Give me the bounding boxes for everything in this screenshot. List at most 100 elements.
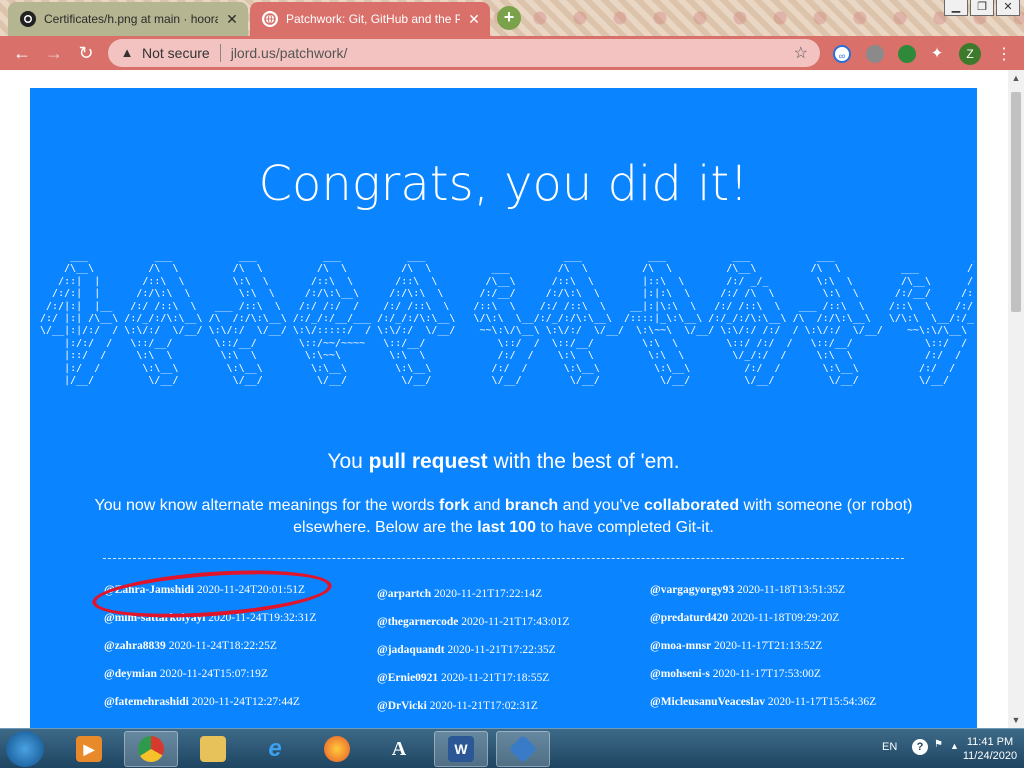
- taskbar-font-viewer[interactable]: A: [372, 731, 426, 767]
- completion-entry: @jadaquandt 2020-11-21T17:22:35Z: [377, 644, 637, 672]
- clock-date: 11/24/2020: [962, 750, 1018, 762]
- completion-timestamp: 2020-11-21T17:02:31Z: [429, 700, 538, 712]
- completion-username[interactable]: @moa-mnsr: [650, 640, 711, 652]
- window-controls: ▁ ❐ ✕: [944, 0, 1020, 16]
- clock[interactable]: 11:41 PM 11/24/2020: [960, 735, 1020, 763]
- completion-timestamp: 2020-11-21T17:22:14Z: [434, 588, 543, 600]
- ascii-art-banner: ___ ___ ___ ___ ___ ___ ___ ___ ___ ___ …: [40, 251, 974, 387]
- url-text[interactable]: jlord.us/patchwork/: [231, 45, 348, 61]
- globe-icon: [262, 11, 278, 27]
- completion-username[interactable]: @fatemehrashidi: [104, 696, 189, 708]
- back-icon[interactable]: ←: [10, 41, 34, 65]
- page-title: Congrats, you did it!: [258, 156, 749, 212]
- maximize-icon[interactable]: ❐: [970, 0, 994, 16]
- completion-entry: @Ernie0921 2020-11-21T17:18:55Z: [377, 672, 637, 700]
- completion-entry: @moa-mnsr 2020-11-17T21:13:52Z: [650, 640, 910, 668]
- tab-github-certificates[interactable]: Certificates/h.png at main · hoora ✕: [8, 2, 248, 36]
- completion-username[interactable]: @predaturd420: [650, 612, 728, 624]
- desc-bold: branch: [504, 497, 559, 514]
- internet-explorer-icon: e: [268, 735, 282, 762]
- desc-bold: fork: [439, 497, 470, 514]
- completion-entry: @thegarnercode 2020-11-21T17:43:01Z: [377, 616, 637, 644]
- completion-timestamp: 2020-11-21T17:43:01Z: [461, 616, 570, 628]
- desc-text: and you've: [558, 497, 644, 514]
- completion-username[interactable]: @thegarnercode: [377, 616, 458, 628]
- completion-entry: @predaturd420 2020-11-18T09:29:20Z: [650, 612, 910, 640]
- completion-entry: @fatemehrashidi 2020-11-24T12:27:44Z: [104, 696, 364, 724]
- completion-entry: @mohseni-s 2020-11-17T17:53:00Z: [650, 668, 910, 696]
- completion-timestamp: 2020-11-17T15:54:36Z: [767, 696, 877, 708]
- congrats-panel: Congrats, you did it! ___ ___ ___ ___ __…: [30, 88, 977, 728]
- extension-layers-icon[interactable]: [898, 45, 916, 63]
- extension-infinity-icon[interactable]: ∞: [833, 45, 851, 63]
- language-indicator[interactable]: EN: [882, 741, 897, 753]
- minimize-icon[interactable]: ▁: [944, 0, 968, 16]
- folder-icon: [200, 736, 226, 762]
- extension-puzzle-gray-icon[interactable]: [866, 45, 884, 63]
- tab-patchwork[interactable]: Patchwork: Git, GitHub and the P ✕: [250, 2, 490, 36]
- flag-icon[interactable]: ⚑: [934, 739, 946, 755]
- completion-entry: @arpartch 2020-11-21T17:22:14Z: [377, 588, 637, 616]
- desc-text: and: [469, 497, 505, 514]
- help-icon[interactable]: ?: [912, 739, 928, 755]
- completion-timestamp: 2020-11-18T13:51:35Z: [737, 584, 846, 596]
- dashed-divider: [103, 558, 904, 559]
- desc-text: to have completed Git-it.: [535, 519, 714, 536]
- completion-username[interactable]: @mohseni-s: [650, 668, 710, 680]
- reload-icon[interactable]: ↻: [74, 41, 98, 65]
- page-viewport: Congrats, you did it! ___ ___ ___ ___ __…: [0, 70, 1008, 728]
- divider: [219, 44, 221, 62]
- taskbar-word[interactable]: W: [434, 731, 488, 767]
- completion-username[interactable]: @Ernie0921: [377, 672, 438, 684]
- taskbar-file-explorer[interactable]: [186, 731, 240, 767]
- completion-timestamp: 2020-11-24T15:07:19Z: [159, 668, 268, 680]
- github-icon: [20, 11, 36, 27]
- git-client-icon: [508, 734, 538, 764]
- completion-username[interactable]: @zahra8839: [104, 640, 166, 652]
- close-window-icon[interactable]: ✕: [996, 0, 1020, 16]
- completion-username[interactable]: @deymian: [104, 668, 157, 680]
- completion-entry: @vargagyorgy93 2020-11-18T13:51:35Z: [650, 584, 910, 612]
- warning-icon[interactable]: ▲: [118, 45, 136, 61]
- taskbar-git-client[interactable]: [496, 731, 550, 767]
- word-icon: W: [448, 736, 474, 762]
- scroll-down-arrow-icon[interactable]: ▼: [1008, 712, 1024, 728]
- taskbar-chrome[interactable]: [124, 731, 178, 767]
- completion-username[interactable]: @jadaquandt: [377, 644, 445, 656]
- profile-avatar[interactable]: Z: [959, 43, 981, 65]
- close-tab-icon[interactable]: ✕: [224, 11, 240, 27]
- completion-username[interactable]: @vargagyorgy93: [650, 584, 734, 596]
- tagline: You pull request with the best of 'em.: [30, 450, 977, 474]
- completion-timestamp: 2020-11-17T17:53:00Z: [712, 668, 821, 680]
- bookmark-star-icon[interactable]: ☆: [794, 43, 808, 63]
- tray-expand-icon[interactable]: ▲: [950, 741, 959, 751]
- taskbar-video-player[interactable]: ▶: [62, 731, 116, 767]
- browser-toolbar: ← → ↻ ▲ Not secure jlord.us/patchwork/ ☆…: [0, 36, 1024, 70]
- font-viewer-icon: A: [391, 738, 407, 760]
- completion-username[interactable]: @MicleusanuVeaceslav: [650, 696, 765, 708]
- completion-entry: @MicleusanuVeaceslav 2020-11-17T15:54:36…: [650, 696, 910, 724]
- close-tab-icon[interactable]: ✕: [466, 11, 482, 27]
- firefox-icon: [324, 736, 350, 762]
- windows-taskbar: ▶ e A W EN ? ⚑ ▲ 11:41 PM 11/24/2020: [0, 728, 1024, 768]
- menu-kebab-icon[interactable]: ⋮: [996, 44, 1012, 64]
- completion-timestamp: 2020-11-21T17:18:55Z: [441, 672, 550, 684]
- taskbar-firefox[interactable]: [310, 731, 364, 767]
- new-tab-button[interactable]: +: [497, 6, 521, 30]
- address-bar[interactable]: ▲ Not secure jlord.us/patchwork/ ☆: [108, 39, 820, 67]
- completion-entry: @deymian 2020-11-24T15:07:19Z: [104, 668, 364, 696]
- forward-icon[interactable]: →: [42, 41, 66, 65]
- security-label[interactable]: Not secure: [142, 45, 210, 61]
- start-button[interactable]: [6, 731, 44, 767]
- extensions-puzzle-icon[interactable]: ✦: [928, 45, 946, 63]
- scroll-up-arrow-icon[interactable]: ▲: [1008, 70, 1024, 86]
- vertical-scrollbar[interactable]: ▲ ▼: [1008, 70, 1024, 728]
- tab-title: Patchwork: Git, GitHub and the P: [286, 12, 460, 26]
- completion-username[interactable]: @DrVicki: [377, 700, 427, 712]
- tagline-emphasis: pull request: [368, 450, 488, 473]
- completion-timestamp: 2020-11-24T12:27:44Z: [191, 696, 300, 708]
- completion-username[interactable]: @arpartch: [377, 588, 431, 600]
- taskbar-internet-explorer[interactable]: e: [248, 731, 302, 767]
- scroll-thumb[interactable]: [1011, 92, 1021, 312]
- desc-bold: last 100: [477, 519, 536, 536]
